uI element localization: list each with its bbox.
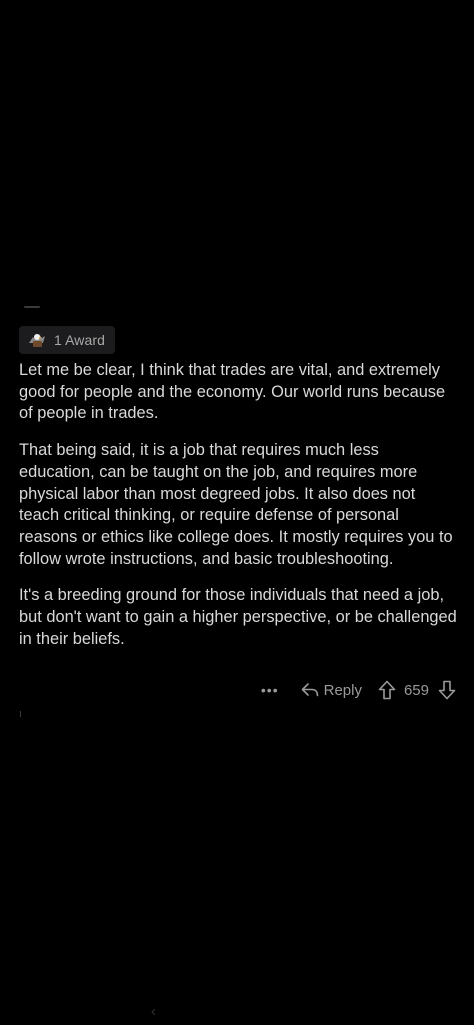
comment-body: Let me be clear, I think that trades are… <box>19 360 459 665</box>
scroll-edge-marker <box>24 306 40 308</box>
more-options-button[interactable]: ••• <box>261 678 279 702</box>
reply-button[interactable]: Reply <box>301 682 362 699</box>
comment-action-bar: ••• Reply 659 <box>261 678 456 702</box>
comment-paragraph: That being said, it is a job that requir… <box>19 441 453 568</box>
reply-label: Reply <box>323 681 362 699</box>
thread-line-marker <box>20 711 21 717</box>
vote-count: 659 <box>403 681 429 699</box>
reply-arrow-icon <box>301 683 318 697</box>
chevron-left-icon[interactable] <box>151 1008 156 1016</box>
downvote-arrow-icon[interactable] <box>438 680 456 700</box>
award-badge[interactable]: 1 Award <box>19 326 116 354</box>
comment-paragraph: It's a breeding ground for those individ… <box>19 586 457 648</box>
award-eagle-icon <box>29 334 45 347</box>
comment-paragraph: Let me be clear, I think that trades are… <box>19 361 446 423</box>
upvote-arrow-icon[interactable] <box>378 680 396 700</box>
award-count-label: 1 Award <box>54 332 106 348</box>
